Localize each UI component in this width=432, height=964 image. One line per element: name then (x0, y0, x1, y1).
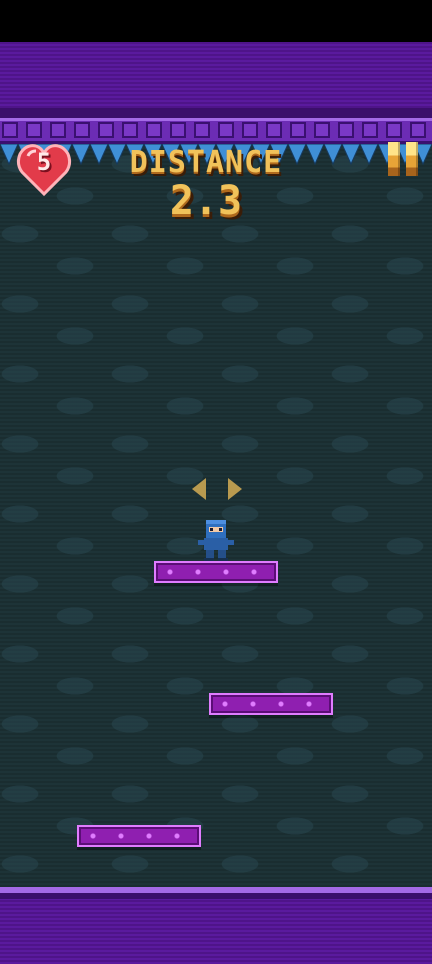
rail-segment (362, 122, 378, 138)
pause-icon (388, 142, 400, 176)
left-right-arrows-icon (192, 478, 242, 500)
distance-value: 2.3 (169, 178, 243, 224)
rail-segment (50, 122, 66, 138)
pause-icon-bar (406, 142, 418, 176)
rail-segment (242, 122, 258, 138)
spike (359, 144, 379, 166)
rail-segment (338, 122, 354, 138)
rail-segment (290, 122, 306, 138)
bottom-border-band (0, 887, 432, 964)
spike (89, 144, 109, 166)
rail-segment (410, 122, 426, 138)
spike (305, 144, 325, 166)
game-playfield[interactable] (0, 144, 432, 887)
rail-segment (314, 122, 330, 138)
platform-lower (77, 825, 201, 847)
rail-segment (26, 122, 42, 138)
spike (71, 144, 91, 166)
rail-segment (218, 122, 234, 138)
rail-segment (74, 122, 90, 138)
distance-label: DISTANCE (129, 145, 283, 180)
rail-segment (98, 122, 114, 138)
rail-segment (146, 122, 162, 138)
rail-segment (266, 122, 282, 138)
spike (323, 144, 343, 166)
ninja-character[interactable] (194, 518, 238, 562)
top-bar (0, 0, 432, 42)
rail-segment (194, 122, 210, 138)
lives-count: 5 (36, 148, 52, 176)
top-border-band (0, 42, 432, 118)
rail-segment (122, 122, 138, 138)
pause-button[interactable] (386, 142, 420, 176)
rail-segment (170, 122, 186, 138)
platform-upper (154, 561, 278, 583)
spike (341, 144, 361, 166)
rail-segment (2, 122, 18, 138)
platform-middle (209, 693, 333, 715)
lives-indicator: 5 (16, 140, 72, 198)
rail-segment (386, 122, 402, 138)
